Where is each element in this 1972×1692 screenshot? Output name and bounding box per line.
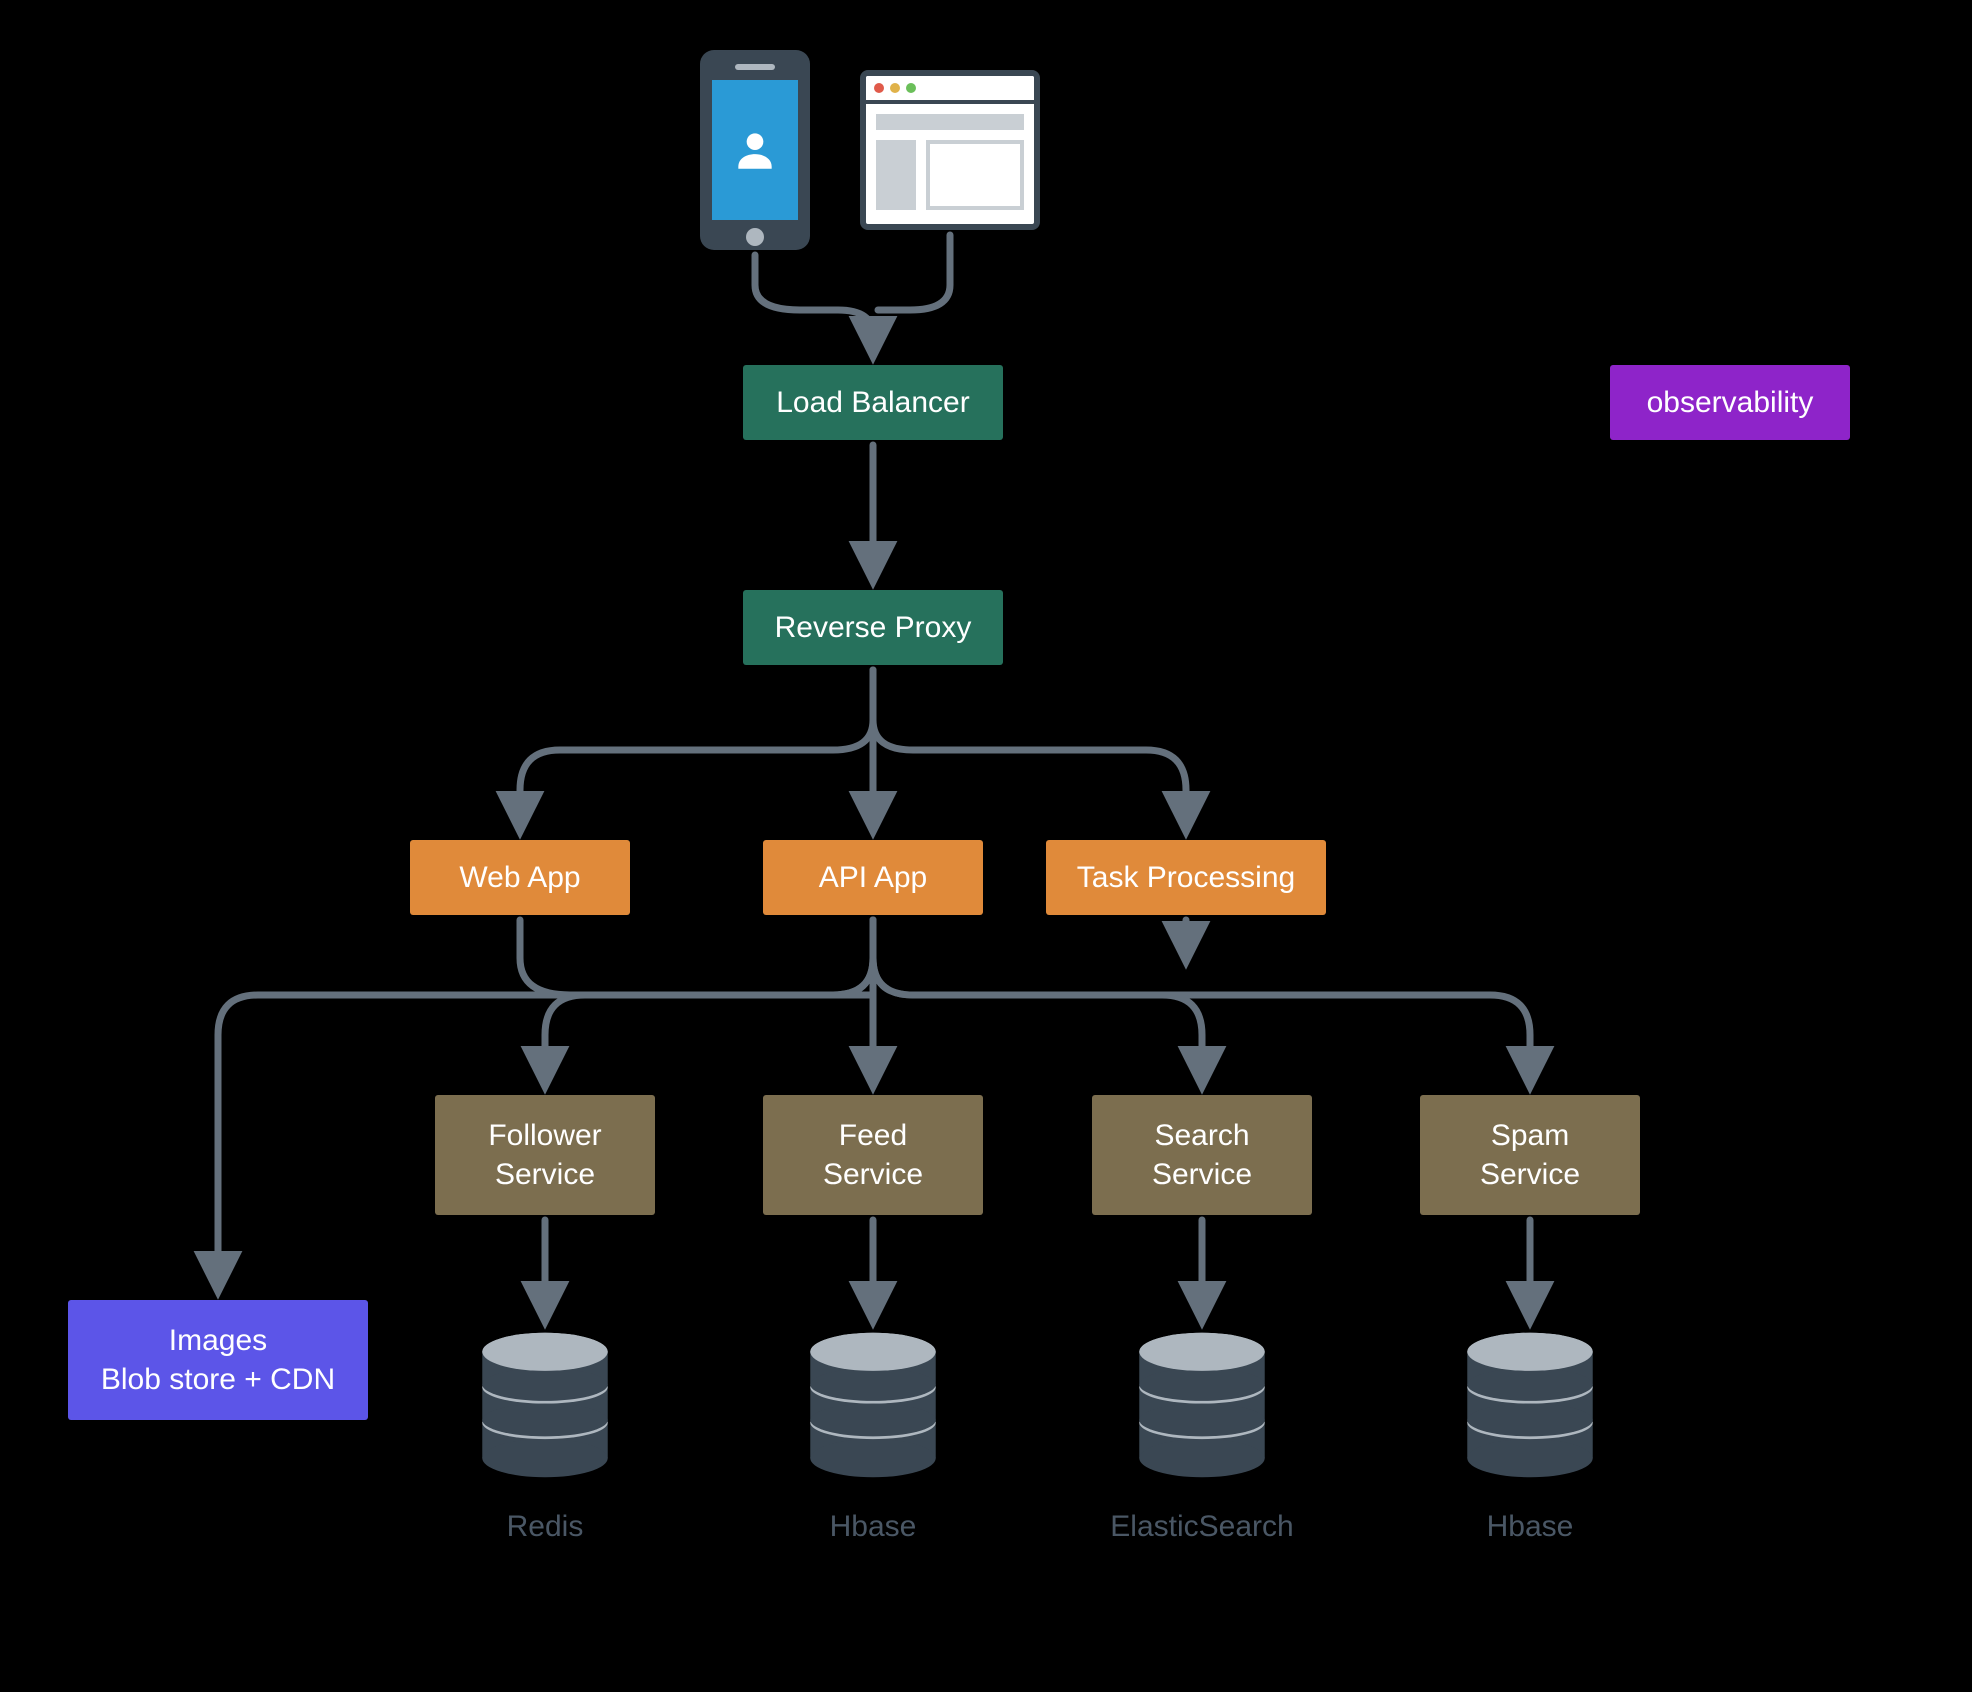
web-app-node: Web App: [410, 840, 630, 915]
mobile-client-icon: [700, 50, 810, 250]
feed-service-l2: Service: [823, 1155, 923, 1194]
search-service-node: Search Service: [1092, 1095, 1312, 1215]
load-balancer-label: Load Balancer: [776, 386, 969, 420]
spam-service-l1: Spam: [1491, 1116, 1569, 1155]
follower-service-l2: Service: [495, 1155, 595, 1194]
images-blob-node: Images Blob store + CDN: [68, 1300, 368, 1420]
reverse-proxy-label: Reverse Proxy: [775, 611, 972, 645]
web-client-icon: [860, 70, 1040, 230]
web-app-label: Web App: [459, 861, 580, 895]
load-balancer-node: Load Balancer: [743, 365, 1003, 440]
task-processing-label: Task Processing: [1077, 861, 1295, 895]
observability-node: observability: [1610, 365, 1850, 440]
follower-service-node: Follower Service: [435, 1095, 655, 1215]
arrows-layer: [0, 0, 1972, 1692]
task-processing-node: Task Processing: [1046, 840, 1326, 915]
architecture-diagram: Load Balancer observability Reverse Prox…: [0, 0, 1972, 1692]
search-service-l2: Service: [1152, 1155, 1252, 1194]
search-service-l1: Search: [1154, 1116, 1249, 1155]
spam-service-node: Spam Service: [1420, 1095, 1640, 1215]
redis-db-icon: [475, 1330, 615, 1480]
hbase1-db-icon: [803, 1330, 943, 1480]
follower-service-l1: Follower: [488, 1116, 601, 1155]
spam-service-l2: Service: [1480, 1155, 1580, 1194]
feed-service-l1: Feed: [839, 1116, 907, 1155]
reverse-proxy-node: Reverse Proxy: [743, 590, 1003, 665]
redis-label: Redis: [425, 1510, 665, 1544]
images-l2: Blob store + CDN: [101, 1360, 335, 1399]
hbase1-label: Hbase: [753, 1510, 993, 1544]
images-l1: Images: [169, 1321, 267, 1360]
hbase2-label: Hbase: [1410, 1510, 1650, 1544]
feed-service-node: Feed Service: [763, 1095, 983, 1215]
hbase2-db-icon: [1460, 1330, 1600, 1480]
api-app-node: API App: [763, 840, 983, 915]
elasticsearch-db-icon: [1132, 1330, 1272, 1480]
observability-label: observability: [1647, 386, 1814, 420]
api-app-label: API App: [819, 861, 927, 895]
elasticsearch-label: ElasticSearch: [1082, 1510, 1322, 1544]
